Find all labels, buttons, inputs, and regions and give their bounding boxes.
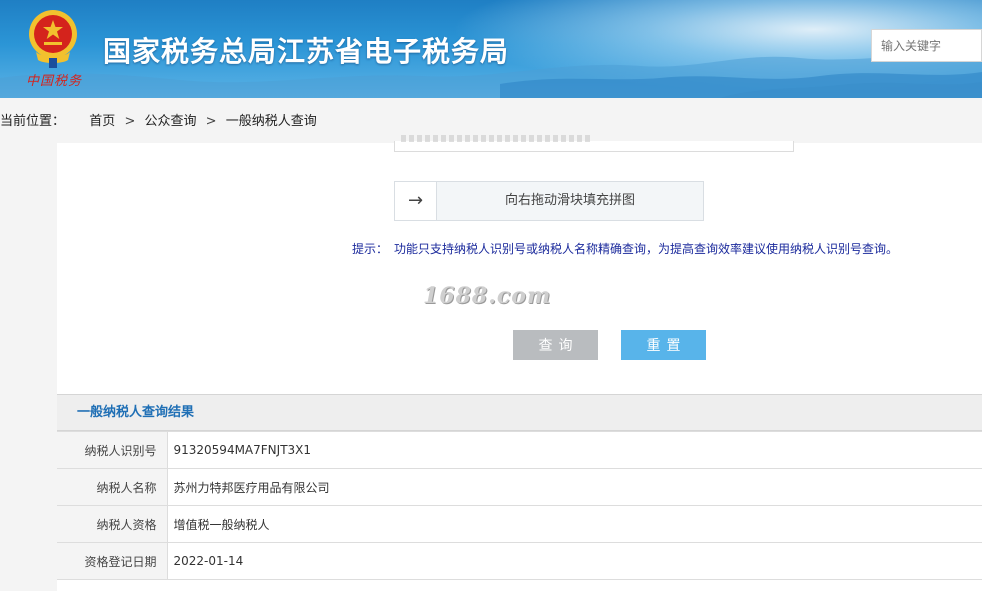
emblem-caption: 中国税务 xyxy=(25,74,82,89)
result-label: 资格登记日期 xyxy=(57,542,168,580)
result-value: 91320594MA7FNJT3X1 xyxy=(166,431,982,469)
taxpayer-id-input[interactable] xyxy=(394,135,794,152)
breadcrumb-separator: > xyxy=(124,114,136,129)
breadcrumb-home-link[interactable]: 首页 xyxy=(89,114,115,129)
watermark: 1688.com xyxy=(423,283,552,309)
slider-handle[interactable]: → xyxy=(395,182,437,220)
table-row: 资格登记日期 2022-01-14 xyxy=(57,542,982,580)
input-text-cut-off xyxy=(401,135,591,142)
query-tip: 提示： 功能只支持纳税人识别号或纳税人名称精确查询，为提高查询效率建议使用纳税人识… xyxy=(352,240,898,257)
slider-captcha[interactable]: → 向右拖动滑块填充拼图 xyxy=(394,181,704,221)
result-label: 纳税人资格 xyxy=(57,505,168,543)
breadcrumb-separator: > xyxy=(205,114,217,129)
arrow-right-icon: → xyxy=(407,190,424,211)
breadcrumb-prefix: 当前位置： xyxy=(0,114,66,129)
table-row: 纳税人名称 苏州力特邦医疗用品有限公司 xyxy=(57,468,982,506)
query-content: → 向右拖动滑块填充拼图 提示： 功能只支持纳税人识别号或纳税人名称精确查询，为提… xyxy=(57,135,982,591)
site-title: 国家税务总局江苏省电子税务局 xyxy=(103,35,510,68)
result-title: 一般纳税人查询结果 xyxy=(57,394,982,431)
slider-instruction: 向右拖动滑块填充拼图 xyxy=(504,193,635,208)
result-table: 纳税人识别号 91320594MA7FNJT3X1 纳税人名称 苏州力特邦医疗用… xyxy=(57,431,982,580)
result-label: 纳税人识别号 xyxy=(57,431,168,469)
tip-label: 提示： xyxy=(352,242,389,256)
breadcrumb-public-query-link[interactable]: 公众查询 xyxy=(145,114,197,129)
result-value: 增值税一般纳税人 xyxy=(166,505,982,543)
left-gutter xyxy=(0,143,57,591)
tip-text: 功能只支持纳税人识别号或纳税人名称精确查询，为提高查询效率建议使用纳税人识别号查… xyxy=(394,242,899,256)
result-value: 苏州力特邦医疗用品有限公司 xyxy=(166,468,982,506)
query-button[interactable]: 查询 xyxy=(513,330,598,360)
breadcrumb-current-page: 一般纳税人查询 xyxy=(225,114,317,129)
table-row: 纳税人资格 增值税一般纳税人 xyxy=(57,505,982,543)
reset-button[interactable]: 重置 xyxy=(621,330,706,360)
table-row: 纳税人识别号 91320594MA7FNJT3X1 xyxy=(57,431,982,469)
search-input[interactable] xyxy=(871,29,982,62)
result-value: 2022-01-14 xyxy=(166,542,982,580)
result-label: 纳税人名称 xyxy=(57,468,168,506)
site-header: 中国税务 国家税务总局江苏省电子税务局 xyxy=(0,0,982,98)
